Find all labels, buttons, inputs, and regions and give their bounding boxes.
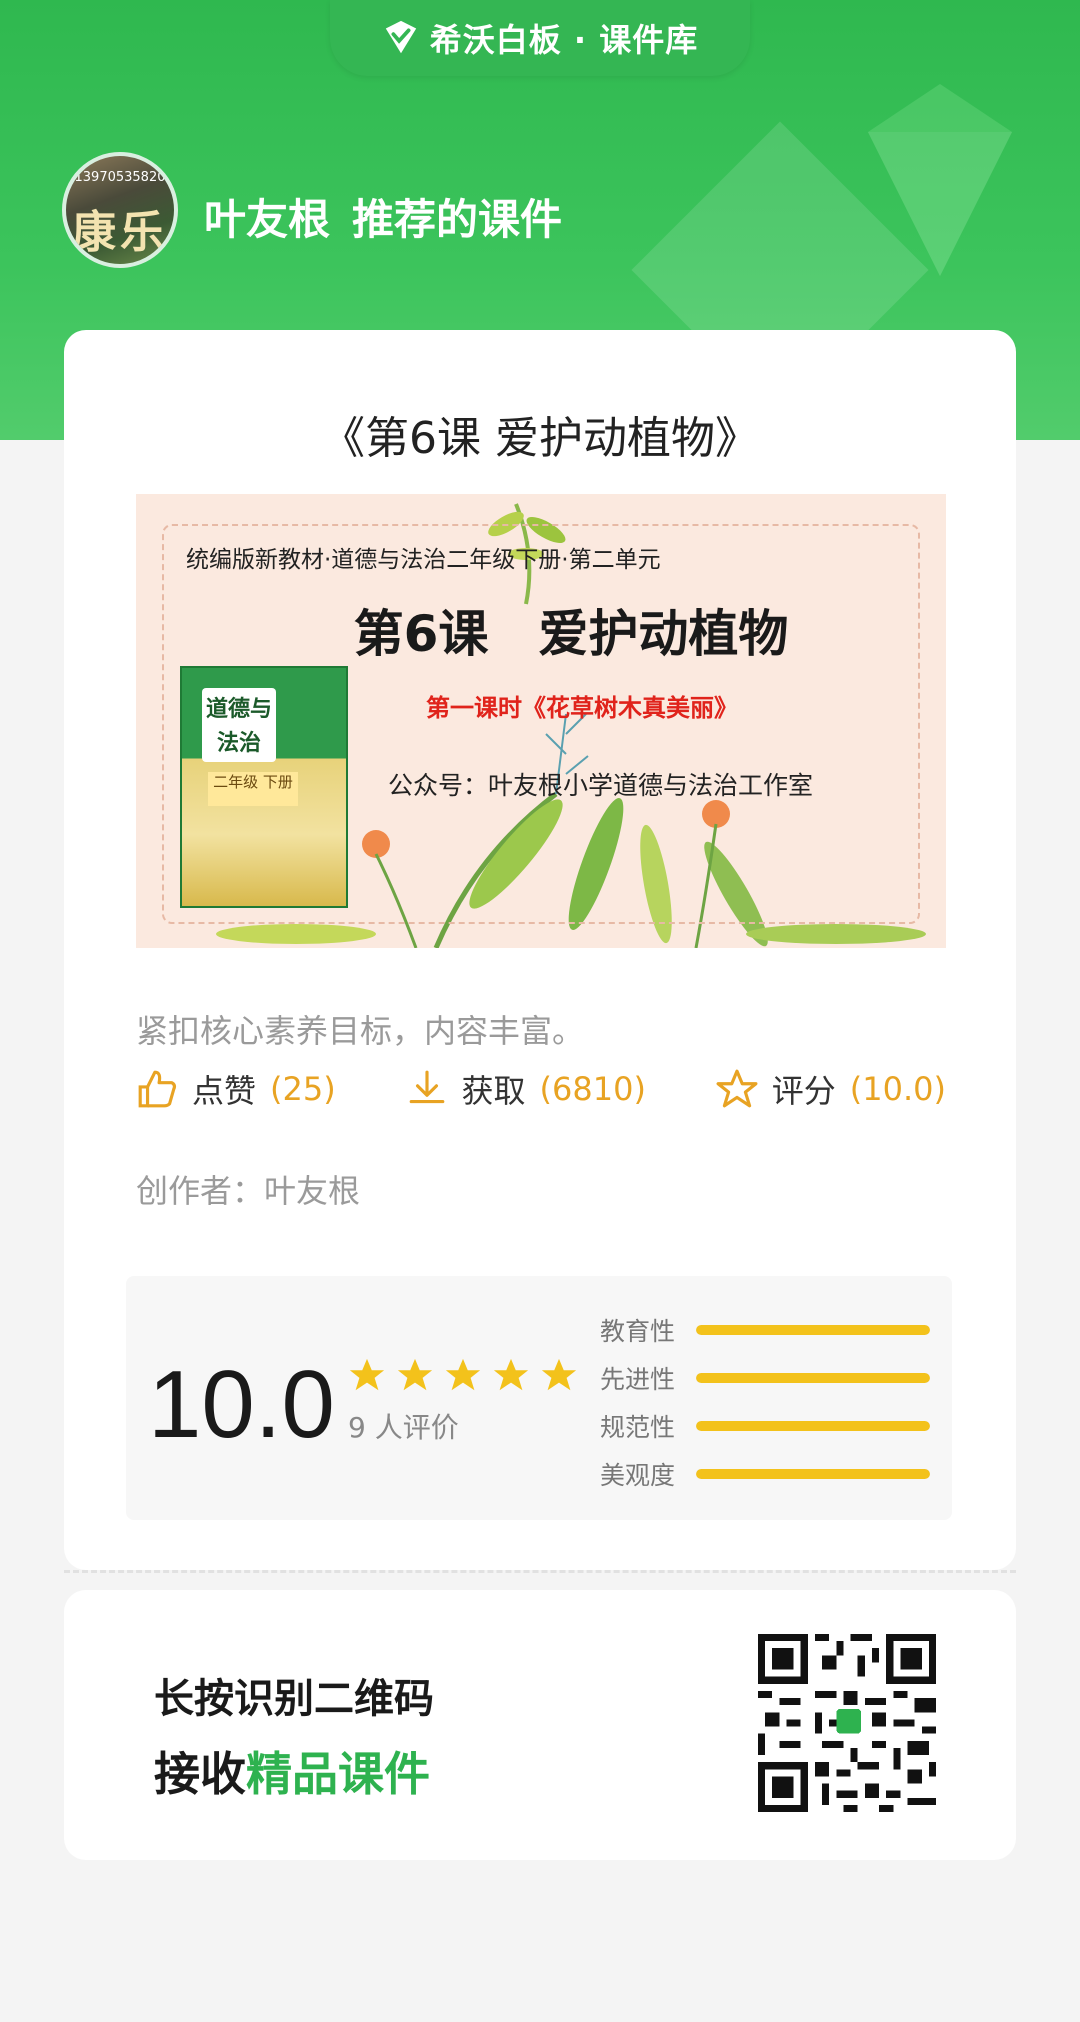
rating-dimension-fill — [696, 1373, 930, 1383]
score-button[interactable]: 评分 (10.0) — [716, 1066, 946, 1112]
avatar-calligraphy: 康乐 — [72, 207, 168, 258]
get-label: 获取 — [461, 1072, 526, 1110]
rating-summary: 10.0 9 人评价 教育性先进性规范性美观度 — [126, 1276, 952, 1520]
rating-dimension-row: 规范性 — [600, 1402, 930, 1450]
star-outline-icon — [716, 1069, 758, 1108]
author-name: 叶友根 — [264, 1172, 361, 1210]
recommender-heading: 叶友根 推荐的课件 — [204, 186, 562, 247]
qr-tagline-prefix: 接收 — [154, 1747, 246, 1801]
qr-tagline: 接收 精品课件 — [154, 1738, 430, 1804]
cover-period: 第一课时《花草树木真美丽》 — [426, 694, 738, 722]
cover-account: 公众号：叶友根小学道德与法治工作室 — [388, 771, 814, 800]
cover-lesson-title: 第6课 爱护动植物 — [353, 605, 789, 663]
rating-dimension-fill — [696, 1325, 930, 1335]
rating-dimension-label: 规范性 — [600, 1413, 676, 1442]
rating-count: 9 人评价 — [348, 1411, 459, 1444]
qr-code-icon[interactable] — [758, 1634, 936, 1812]
rating-dimension-label: 教育性 — [600, 1317, 676, 1346]
qr-tagline-accent: 精品课件 — [246, 1747, 430, 1801]
course-stats: 点赞 (25) 获取 (6810) 评分 (10.0) — [136, 1066, 946, 1112]
get-button[interactable]: 获取 (6810) — [406, 1066, 646, 1112]
like-count: (25) — [270, 1070, 336, 1108]
rating-dimension-row: 先进性 — [600, 1354, 930, 1402]
qr-instruction: 长按识别二维码 — [154, 1676, 434, 1722]
download-icon — [409, 1070, 444, 1104]
recommender-suffix: 推荐的课件 — [352, 195, 563, 244]
rating-dimension-row: 美观度 — [600, 1450, 930, 1498]
avatar: 13970535820 康乐 — [62, 152, 178, 268]
star-filled-icon — [349, 1358, 385, 1391]
rating-dimensions: 教育性先进性规范性美观度 — [600, 1306, 930, 1498]
course-card: 《第6课 爱护动植物》 统编版新教材·道德与法治二年级下册·第二单元 第6课 爱… — [64, 330, 1016, 1570]
cover-subtitle: 统编版新教材·道德与法治二年级下册·第二单元 — [186, 547, 661, 573]
like-label: 点赞 — [192, 1072, 257, 1110]
star-filled-icon — [445, 1358, 481, 1391]
rating-score: 10.0 — [148, 1351, 335, 1458]
recommender-name: 叶友根 — [204, 195, 331, 244]
card-divider — [64, 1570, 1016, 1582]
textbook-grade: 二年级 下册 — [208, 772, 298, 806]
gem-decoration-icon — [868, 84, 1012, 276]
rating-dimension-label: 美观度 — [600, 1461, 676, 1490]
get-count: (6810) — [539, 1070, 646, 1108]
brand-header: 希沃白板 · 课件库 — [330, 0, 750, 76]
course-title: 《第6课 爱护动植物》 — [321, 413, 759, 464]
rating-dimension-fill — [696, 1421, 930, 1431]
brand-title: 希沃白板 · 课件库 — [429, 21, 699, 59]
seewo-logo-icon — [385, 20, 416, 54]
rating-dimension-fill — [696, 1469, 930, 1479]
rating-dimension-bar — [696, 1373, 930, 1383]
rating-dimension-bar — [696, 1469, 930, 1479]
rating-dimension-row: 教育性 — [600, 1306, 930, 1354]
like-button[interactable]: 点赞 (25) — [136, 1066, 336, 1112]
textbook-cover: 道德与法治 二年级 下册 — [180, 666, 348, 908]
score-label: 评分 — [771, 1072, 836, 1110]
author-prefix: 创作者： — [136, 1172, 265, 1210]
score-value: (10.0) — [849, 1070, 946, 1108]
rating-dimension-bar — [696, 1421, 930, 1431]
author-line: 创作者： 叶友根 — [136, 1166, 360, 1212]
thumbs-up-icon — [138, 1070, 177, 1108]
star-filled-icon — [397, 1358, 433, 1391]
qr-card: 长按识别二维码 接收 精品课件 — [64, 1590, 1016, 1860]
avatar-phone-text: 13970535820 — [74, 170, 166, 185]
course-cover-image[interactable]: 统编版新教材·道德与法治二年级下册·第二单元 第6课 爱护动植物 第一课时《花草… — [136, 494, 946, 948]
rating-dimension-label: 先进性 — [600, 1365, 676, 1394]
rating-dimension-bar — [696, 1325, 930, 1335]
textbook-title: 道德与法治 — [202, 688, 276, 762]
rating-stars — [348, 1356, 578, 1394]
star-filled-icon — [541, 1358, 577, 1391]
star-filled-icon — [493, 1358, 529, 1391]
course-description: 紧扣核心素养目标，内容丰富。 — [136, 1012, 585, 1050]
